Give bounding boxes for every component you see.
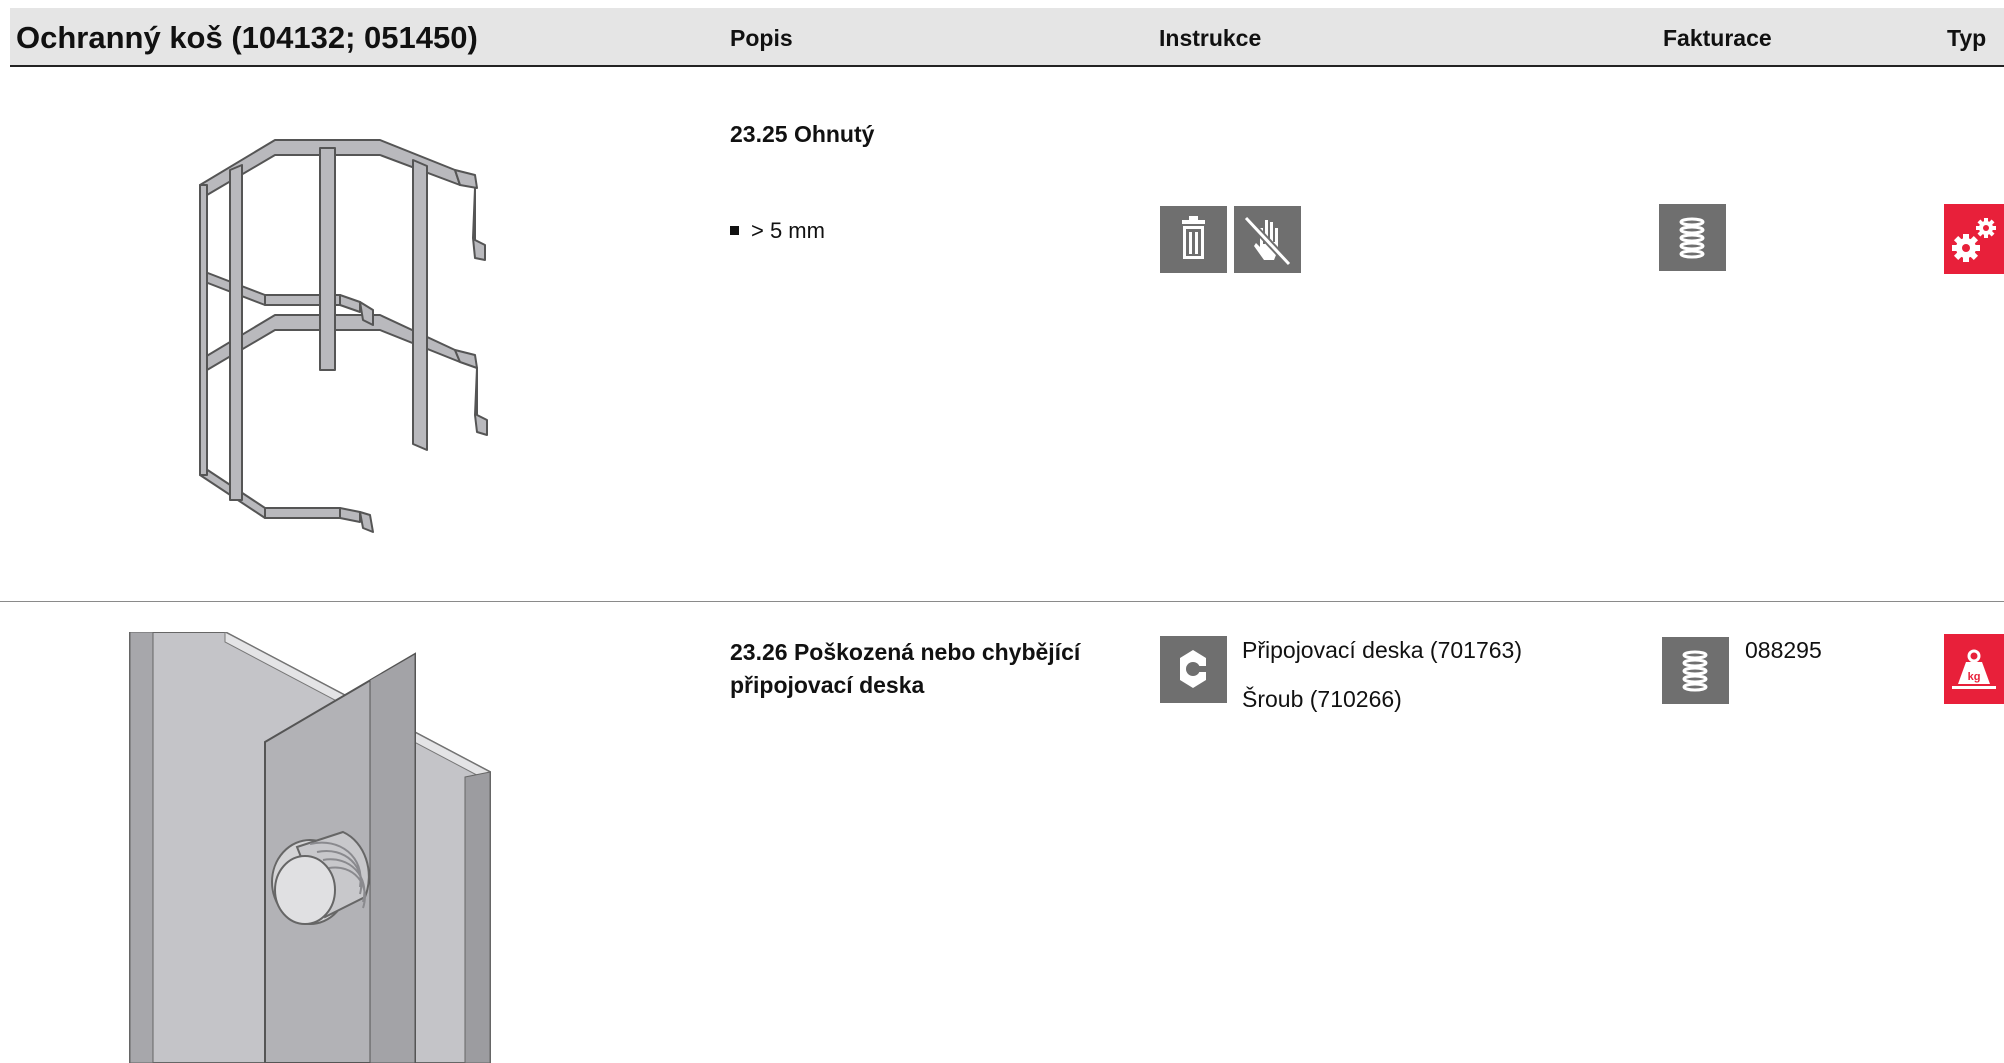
column-header-fakturace: Fakturace <box>1663 25 1772 51</box>
bullet-text: > 5 mm <box>751 218 825 243</box>
svg-text:kg: kg <box>1968 671 1981 683</box>
table-header: Ochranný koš (104132; 051450) Popis Inst… <box>10 8 2004 67</box>
part-item: Šroub (710266) <box>1242 686 1402 712</box>
connection-plate-illustration <box>129 632 491 1063</box>
bent-cage-illustration <box>199 139 488 533</box>
gears-icon <box>1944 204 2004 274</box>
column-header-typ: Typ <box>1947 25 1987 51</box>
bullet-item: > 5 mm <box>730 218 825 244</box>
column-header-popis: Popis <box>730 25 793 51</box>
row-title-line1: 23.26 Poškozená nebo chybějící <box>730 639 1081 665</box>
weight-kg-icon: kg <box>1944 634 2004 704</box>
billing-code: 088295 <box>1745 637 1822 663</box>
coil-icon <box>1662 637 1729 704</box>
bullet-square-icon <box>730 225 739 235</box>
row-divider <box>0 601 2004 602</box>
trash-icon <box>1160 206 1227 273</box>
no-touch-hand-icon <box>1234 206 1301 273</box>
column-header-instrukce: Instrukce <box>1159 25 1262 51</box>
row-title-line2: připojovací deska <box>730 672 925 698</box>
row-title: 23.25 Ohnutý <box>730 121 875 147</box>
page-title: Ochranný koš (104132; 051450) <box>16 20 478 55</box>
nut-icon <box>1160 636 1227 703</box>
coil-icon <box>1659 204 1726 271</box>
part-item: Připojovací deska (701763) <box>1242 637 1522 663</box>
